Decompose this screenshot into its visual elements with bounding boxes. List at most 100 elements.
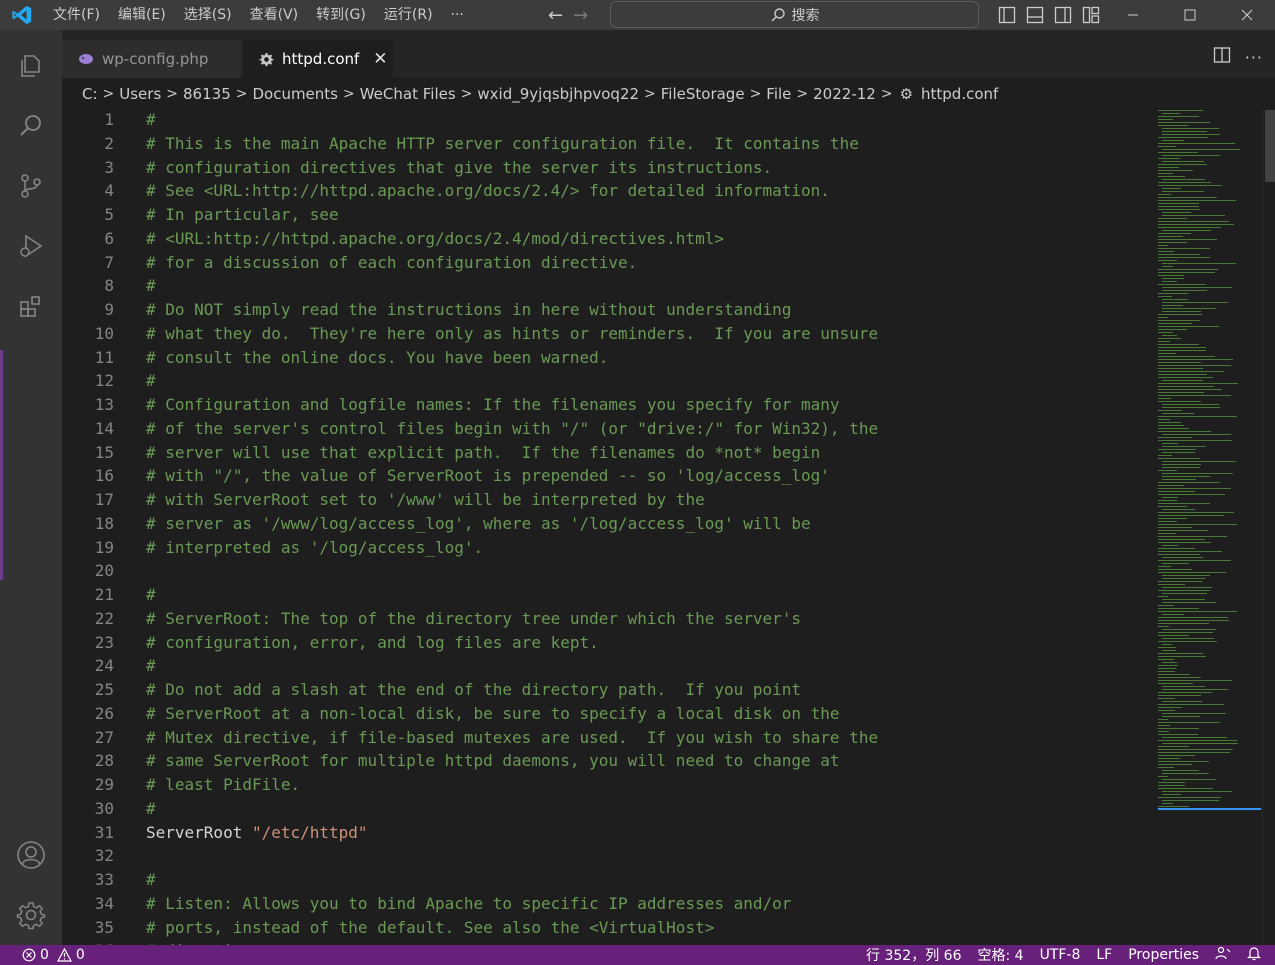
minimap-line <box>1158 209 1200 210</box>
breadcrumb-item[interactable]: wxid_9yjqsbjhpvoq22 <box>475 85 641 103</box>
close-tab-icon[interactable]: ✕ <box>373 49 387 69</box>
minimap-line <box>1158 734 1198 735</box>
minimap-line <box>1158 284 1206 285</box>
minimap-line <box>1158 326 1219 327</box>
breadcrumb-item[interactable]: httpd.conf <box>919 85 1000 103</box>
breadcrumb-item[interactable]: 86135 <box>181 85 233 103</box>
minimap[interactable] <box>1158 110 1268 810</box>
minimap-line <box>1158 731 1169 732</box>
source-control-icon[interactable] <box>0 162 62 210</box>
tab-label: httpd.conf <box>282 50 360 68</box>
vscode-logo-icon <box>0 0 44 30</box>
minimap-line <box>1158 692 1212 693</box>
breadcrumb-item[interactable]: File <box>764 85 793 103</box>
maximize-icon[interactable] <box>1161 0 1218 30</box>
explorer-icon[interactable] <box>0 42 62 90</box>
minimap-line <box>1158 728 1199 729</box>
breadcrumb-item[interactable]: Documents <box>250 85 340 103</box>
minimap-line <box>1158 491 1195 492</box>
minimize-icon[interactable] <box>1104 0 1161 30</box>
breadcrumb-item[interactable]: Users <box>117 85 163 103</box>
menu-item[interactable]: 查看(V) <box>241 0 308 30</box>
split-editor-icon[interactable] <box>1213 46 1231 68</box>
line-number: 4 <box>104 181 114 201</box>
problems-indicator[interactable]: 0 0 <box>22 945 85 965</box>
menu-item[interactable]: 编辑(E) <box>109 0 175 30</box>
minimap-line <box>1158 674 1190 675</box>
minimap-line <box>1158 488 1231 489</box>
tab-wp-config[interactable]: wp-config.php <box>62 40 241 78</box>
minimap-line <box>1158 572 1226 573</box>
line-number: 28 <box>94 751 114 771</box>
indentation[interactable]: 空格: 4 <box>969 945 1031 965</box>
minimap-line <box>1158 176 1185 177</box>
tab-httpd-conf[interactable]: httpd.conf ✕ <box>243 40 393 78</box>
minimap-line <box>1158 605 1174 606</box>
customize-layout-icon[interactable] <box>1082 6 1100 24</box>
minimap-line <box>1158 416 1237 417</box>
line-number: 22 <box>94 608 114 628</box>
back-arrow-icon[interactable]: ← <box>548 5 563 26</box>
more-actions-icon[interactable]: ··· <box>1245 48 1263 67</box>
encoding[interactable]: UTF-8 <box>1032 947 1089 963</box>
toggle-panel-icon[interactable] <box>1026 6 1044 24</box>
minimap-line <box>1158 257 1210 258</box>
minimap-line <box>1158 776 1168 777</box>
menu-item[interactable]: 转到(G) <box>307 0 375 30</box>
command-center-search[interactable]: 搜索 <box>610 1 979 28</box>
breadcrumb-item[interactable]: C: <box>80 85 100 103</box>
end-of-line[interactable]: LF <box>1088 947 1120 963</box>
cursor-position[interactable]: 行 352，列 66 <box>858 945 969 965</box>
minimap-line <box>1158 350 1206 351</box>
minimap-line <box>1158 677 1201 678</box>
minimap-line <box>1158 425 1184 426</box>
accounts-icon[interactable] <box>0 831 62 879</box>
code-editor[interactable]: 1 #2 # This is the main Apache HTTP server… <box>62 110 1275 945</box>
minimap-line <box>1162 575 1210 576</box>
minimap-line <box>1162 557 1203 558</box>
minimap-line <box>1162 638 1214 639</box>
close-window-icon[interactable] <box>1218 0 1275 30</box>
minimap-line <box>1158 785 1185 786</box>
code-line: 29 # least PidFile. <box>62 773 1152 797</box>
minimap-line <box>1158 137 1208 138</box>
run-debug-icon[interactable] <box>0 222 62 270</box>
menu-item[interactable]: ··· <box>442 0 473 30</box>
scrollbar-thumb[interactable] <box>1265 110 1275 182</box>
notifications-bell-icon[interactable] <box>1239 946 1275 965</box>
minimap-line <box>1158 695 1201 696</box>
breadcrumb-item[interactable]: FileStorage <box>659 85 747 103</box>
language-mode[interactable]: Properties <box>1120 947 1207 963</box>
breadcrumb-item[interactable]: WeChat Files <box>358 85 458 103</box>
toggle-sidebar-icon[interactable] <box>998 6 1016 24</box>
breadcrumb: C: > Users >86135 > Documents > WeChat Files > wx… <box>62 78 1275 110</box>
live-share-icon[interactable] <box>1207 946 1239 964</box>
menu-item[interactable]: 选择(S) <box>175 0 241 30</box>
line-number: 5 <box>104 205 114 224</box>
minimap-line <box>1158 248 1210 249</box>
comment-text: # same ServerRoot for multiple httpd dae… <box>146 751 840 771</box>
line-number: 6 <box>104 228 114 248</box>
manage-gear-icon[interactable] <box>0 891 62 939</box>
line-number: 33 <box>94 870 114 889</box>
code-line: 35 # ports, instead of the default. See a… <box>62 916 1152 940</box>
minimap-line <box>1158 158 1180 159</box>
minimap-line <box>1158 608 1199 609</box>
minimap-line <box>1158 173 1173 174</box>
forward-arrow-icon[interactable]: → <box>573 5 588 26</box>
menu-item[interactable]: 文件(F) <box>44 0 109 30</box>
search-view-icon[interactable] <box>0 102 62 150</box>
extensions-icon[interactable] <box>0 282 62 330</box>
comment-text: # ServerRoot: The top of the directory t… <box>146 608 802 628</box>
menu-item[interactable]: 运行(R) <box>375 0 442 30</box>
minimap-line <box>1158 626 1169 627</box>
line-number: 2 <box>104 133 114 153</box>
code-line: 34 # Listen: Allows you to bind Apache to… <box>62 892 1152 916</box>
minimap-line <box>1158 533 1176 534</box>
breadcrumb-item[interactable]: 2022-12 <box>811 85 878 103</box>
toggle-secondary-sidebar-icon[interactable] <box>1054 6 1072 24</box>
title-bar: 文件(F) 编辑(E) 选择(S) 查看(V) 转到(G) 运行(R) ··· ← → 搜索 <box>0 0 1275 30</box>
minimap-line <box>1158 125 1188 126</box>
minimap-line <box>1162 791 1232 792</box>
minimap-line <box>1158 431 1211 432</box>
